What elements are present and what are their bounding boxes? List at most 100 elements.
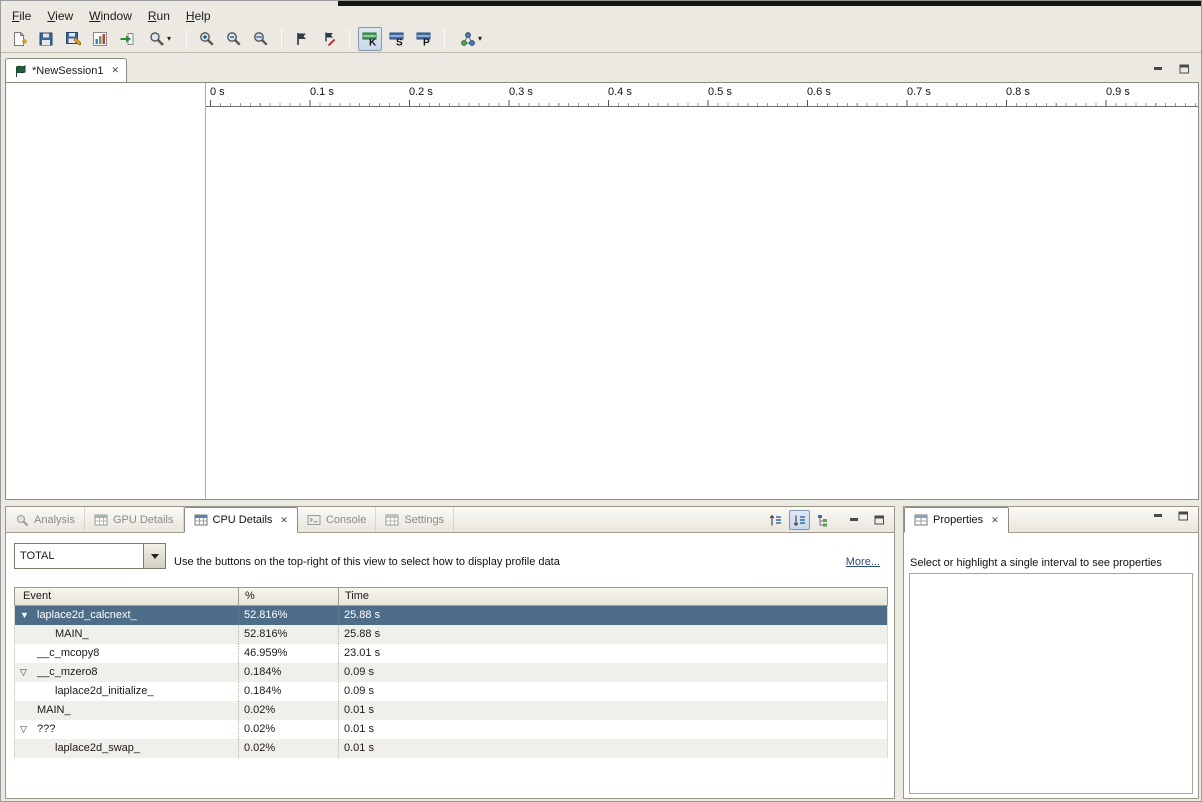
marker-reset-button[interactable] <box>317 27 341 51</box>
table-header[interactable]: Event % Time <box>14 587 888 606</box>
analysis-button[interactable]: ▾ <box>453 27 489 51</box>
kernel-letter: K <box>369 37 377 47</box>
event-cell: ▽ __c_mzero8 <box>15 663 238 682</box>
expander-icon[interactable]: ▽ <box>20 663 32 682</box>
percent-cell: 0.184% <box>238 663 338 682</box>
kernel-mode-toggle[interactable]: K <box>358 27 382 51</box>
menu-bar: File View Window Run Help <box>5 6 218 25</box>
display-mode-combo[interactable]: TOTAL <box>14 543 166 569</box>
new-session-icon <box>11 31 27 47</box>
ruler-label: 0.2 s <box>409 86 433 98</box>
properties-tab-bar: Properties ✕ <box>904 507 1198 533</box>
properties-hint: Select or highlight a single interval to… <box>910 557 1162 569</box>
maximize-button[interactable] <box>1177 63 1191 75</box>
minimize-icon <box>1153 64 1164 74</box>
table-row[interactable]: __c_mcopy8 46.959% 23.01 s <box>15 644 887 663</box>
zoom-out-button[interactable] <box>222 27 246 51</box>
save-as-button[interactable] <box>61 27 85 51</box>
tab-console[interactable]: Console <box>298 507 376 532</box>
event-cell: MAIN_ <box>15 701 238 720</box>
process-letter: P <box>423 37 430 47</box>
tab-settings[interactable]: Settings <box>376 507 454 532</box>
tab-gpu-details[interactable]: GPU Details <box>85 507 184 532</box>
time-cell: 0.09 s <box>338 682 887 701</box>
zoom-fit-button[interactable] <box>249 27 273 51</box>
magnifier-icon <box>149 31 165 47</box>
save-as-icon <box>65 31 81 47</box>
tab-properties[interactable]: Properties ✕ <box>904 507 1009 533</box>
ruler-label: 0.9 s <box>1106 86 1130 98</box>
menu-window[interactable]: Window <box>82 7 139 25</box>
save-button[interactable] <box>34 27 58 51</box>
chart-button[interactable] <box>88 27 112 51</box>
bottom-up-view-icon <box>816 513 831 528</box>
stream-mode-toggle[interactable]: S <box>385 27 409 51</box>
zoom-in-button[interactable] <box>195 27 219 51</box>
expander-icon[interactable]: ▼ <box>20 606 32 625</box>
time-cell: 0.01 s <box>338 720 887 739</box>
combo-dropdown-button[interactable] <box>143 544 165 568</box>
maximize-button[interactable] <box>1176 510 1190 522</box>
titlebar <box>338 1 1201 6</box>
event-name: __c_mcopy8 <box>37 647 99 659</box>
bar-chart-icon <box>92 31 108 47</box>
settings-tab-icon <box>385 513 399 527</box>
event-cell: ▽ ??? <box>15 720 238 739</box>
menu-help[interactable]: Help <box>179 7 218 25</box>
ruler-label: 0.7 s <box>907 86 931 98</box>
bottom-up-view-button[interactable] <box>813 510 834 530</box>
process-timeline-icon: P <box>416 31 432 47</box>
menu-run[interactable]: Run <box>141 7 177 25</box>
minimize-button[interactable] <box>1151 63 1165 75</box>
flat-view-button[interactable] <box>765 510 786 530</box>
tab-cpu-details[interactable]: CPU Details ✕ <box>184 507 298 533</box>
top-down-view-icon <box>792 513 807 528</box>
event-cell: ▼ laplace2d_calcnext_ <box>15 606 238 625</box>
table-row[interactable]: ▼ laplace2d_calcnext_ 52.816% 25.88 s <box>15 606 887 625</box>
session-tab-close-icon[interactable]: ✕ <box>112 65 120 76</box>
instruction-text: Use the buttons on the top-right of this… <box>174 556 560 568</box>
time-cell: 25.88 s <box>338 606 887 625</box>
flag-arrow-icon <box>321 31 337 47</box>
time-cell: 23.01 s <box>338 644 887 663</box>
table-row[interactable]: laplace2d_initialize_ 0.184% 0.09 s <box>15 682 887 701</box>
marker-flag-button[interactable] <box>290 27 314 51</box>
profile-table: Event % Time ▼ laplace2d_calcnext_ 52.81… <box>14 587 888 758</box>
ruler-major-ticks <box>210 100 1198 106</box>
table-row[interactable]: MAIN_ 0.02% 0.01 s <box>15 701 887 720</box>
gpu-details-tab-icon <box>94 513 108 527</box>
flag-icon <box>294 31 310 47</box>
timeline-ruler[interactable]: 0 s 0.1 s 0.2 s 0.3 s 0.4 s 0.5 s 0.6 s … <box>206 83 1198 107</box>
column-header-time[interactable]: Time <box>338 588 887 605</box>
tab-label: Console <box>326 514 366 526</box>
maximize-icon <box>1178 511 1189 521</box>
table-row[interactable]: ▽ __c_mzero8 0.184% 0.09 s <box>15 663 887 682</box>
cpu-details-tab-close-icon[interactable]: ✕ <box>280 515 288 526</box>
table-row[interactable]: MAIN_ 52.816% 25.88 s <box>15 625 887 644</box>
minimize-button[interactable] <box>1151 510 1165 522</box>
process-mode-toggle[interactable]: P <box>412 27 436 51</box>
table-row[interactable]: laplace2d_swap_ 0.02% 0.01 s <box>15 739 887 758</box>
menu-view[interactable]: View <box>40 7 80 25</box>
zoom-tool-button[interactable]: ▾ <box>142 27 178 51</box>
tab-label: Properties <box>933 514 983 526</box>
menu-file[interactable]: File <box>5 7 38 25</box>
column-header-percent[interactable]: % <box>238 588 338 605</box>
table-row[interactable]: ▽ ??? 0.02% 0.01 s <box>15 720 887 739</box>
zoom-in-icon <box>199 31 215 47</box>
export-button[interactable] <box>115 27 139 51</box>
minimize-button[interactable] <box>847 514 861 526</box>
table-body: ▼ laplace2d_calcnext_ 52.816% 25.88 s MA… <box>14 606 888 758</box>
session-tab[interactable]: *NewSession1 ✕ <box>5 58 127 82</box>
timeline-canvas[interactable]: 0 s 0.1 s 0.2 s 0.3 s 0.4 s 0.5 s 0.6 s … <box>5 82 1199 500</box>
top-down-view-button[interactable] <box>789 510 810 530</box>
event-name: ??? <box>37 723 55 735</box>
maximize-button[interactable] <box>872 514 886 526</box>
properties-tab-close-icon[interactable]: ✕ <box>991 515 999 526</box>
more-link[interactable]: More... <box>846 556 880 568</box>
tab-label: CPU Details <box>213 514 273 526</box>
tab-analysis[interactable]: Analysis <box>6 507 85 532</box>
column-header-event[interactable]: Event <box>15 588 238 605</box>
new-session-button[interactable] <box>7 27 31 51</box>
expander-icon[interactable]: ▽ <box>20 720 32 739</box>
